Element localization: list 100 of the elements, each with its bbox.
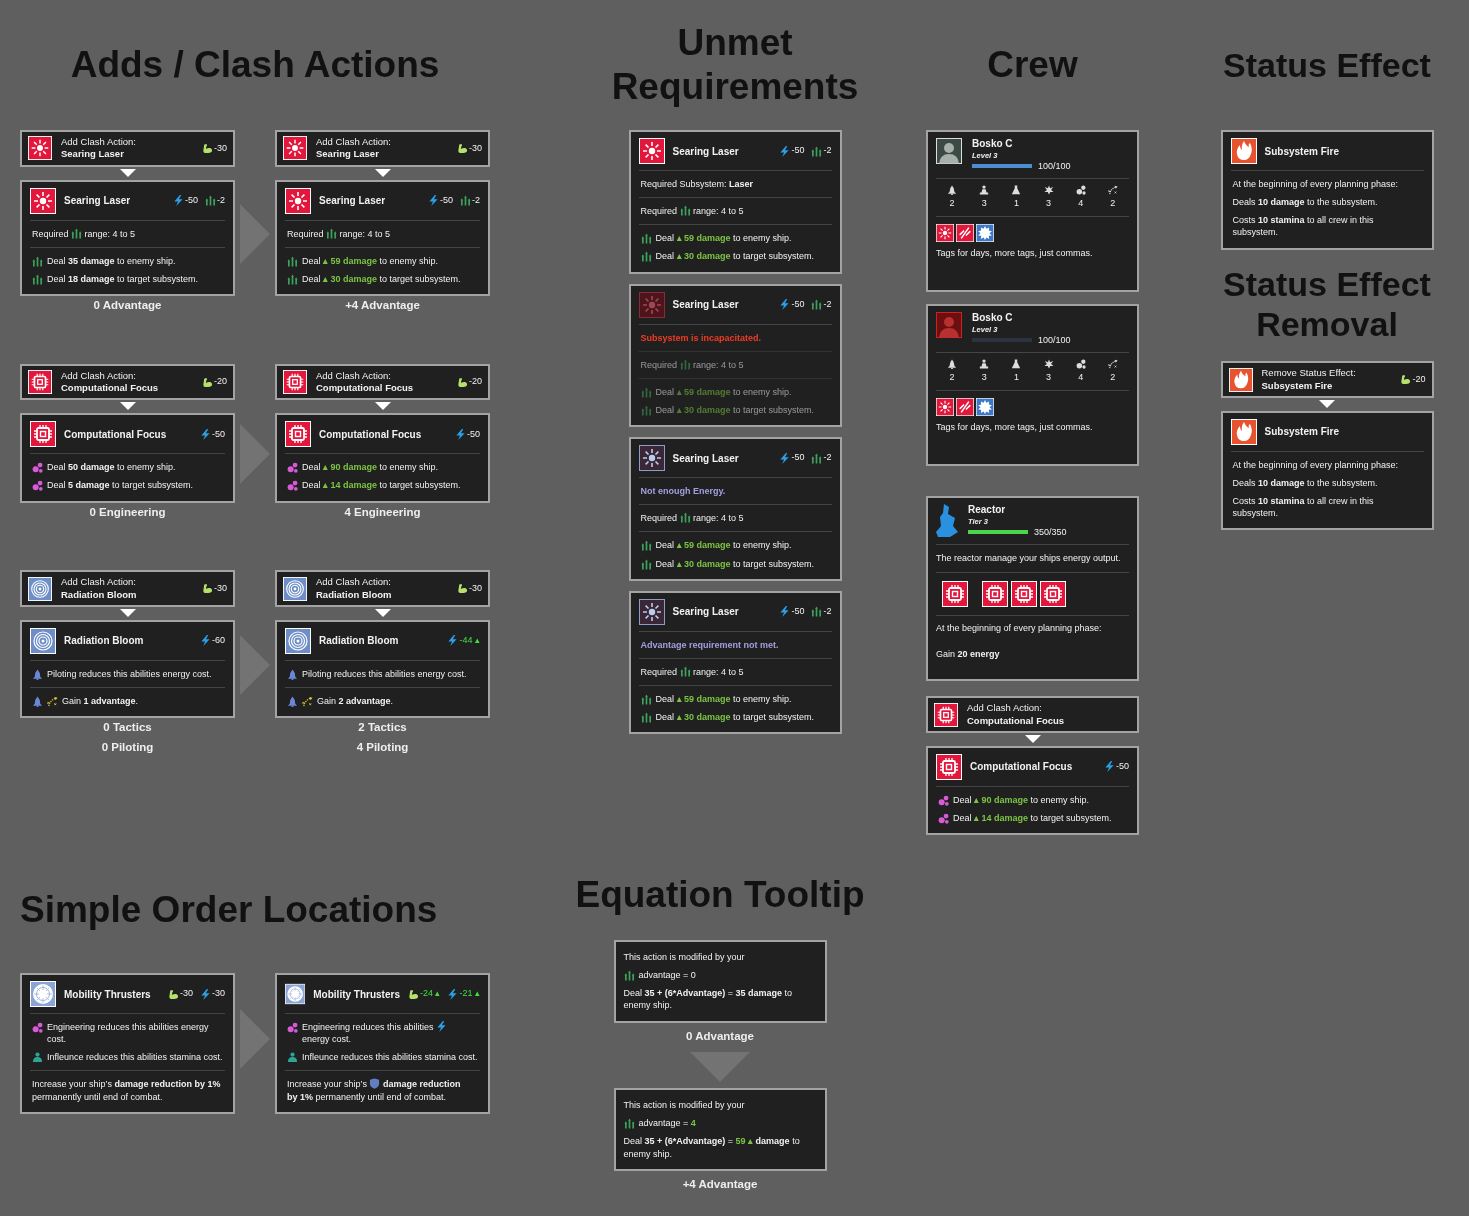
lightning-icon: [447, 988, 459, 1000]
effect-text: Required: [32, 227, 69, 240]
effect-text: Required: [287, 227, 324, 240]
arrows-icon: [679, 512, 691, 524]
card-title: Searing Laser: [672, 298, 739, 313]
wheel-icon: [285, 981, 306, 1007]
pawn-icon: [979, 184, 990, 195]
effect-text: Gain 2 advantage.: [317, 695, 395, 708]
stat-value: 2: [1110, 370, 1116, 384]
effect-text: Deal ▴ 30 damage to target subsystem.: [655, 557, 816, 570]
card-title: Computational Focus: [970, 760, 1073, 775]
action-name: Radiation Bloom: [61, 588, 137, 601]
effect-text: At the beginning of every planning phase:: [1232, 458, 1400, 471]
action-name: Subsystem Fire: [1261, 379, 1334, 392]
section-title: Status Effect Removal: [1222, 263, 1432, 346]
path-arrow-icon: [1107, 358, 1118, 369]
path-arrow-icon: [302, 696, 313, 707]
cost-value: -2: [217, 193, 225, 207]
cost-value: -50: [791, 297, 805, 311]
effect-text: range: 4 to 5: [339, 227, 391, 240]
card-title: Radiation Bloom: [319, 634, 399, 649]
section-title: Status Effect: [1222, 44, 1432, 86]
splat-icon: [1043, 184, 1054, 195]
action-label: Add Clash Action:: [316, 369, 392, 382]
flower-icon: [283, 576, 307, 601]
chip-icon: [942, 581, 968, 608]
effect-text: Deal 50 damage to enemy ship.: [47, 461, 177, 474]
effect-text: damage reduction: [382, 1078, 461, 1091]
chip-icon: [285, 421, 311, 448]
effect-text: Deal ▴ 59 damage to enemy ship.: [302, 254, 440, 267]
effect-text: Deal ▴ 59 damage to enemy ship.: [655, 539, 793, 552]
effect-text: Piloting reduces this abilities energy cost.: [47, 667, 213, 680]
cost-value: -50: [1116, 760, 1129, 774]
effect-text: Deal ▴ 30 damage to target subsystem.: [655, 711, 816, 724]
cost-value: -44 ▴: [459, 634, 480, 648]
arrows-icon: [679, 665, 691, 677]
effect-text: Required: [640, 358, 678, 371]
cost-value: -30: [214, 581, 227, 595]
crystal-icon: [936, 504, 958, 537]
cost-value: -30: [179, 987, 193, 1001]
effect-text: Engineering reduces this abilities: [302, 1021, 434, 1034]
arm-icon: [457, 583, 468, 594]
caption: 0 Advantage: [92, 298, 163, 314]
arm-icon: [202, 142, 213, 154]
cost-value: -30: [469, 141, 482, 155]
flower-icon: [30, 627, 56, 654]
card-title: Searing Laser: [319, 194, 386, 209]
pointer-icon: [374, 608, 391, 617]
effect-text: Deals 10 damage to the subsystem.: [1232, 477, 1379, 490]
arrows-icon: [640, 233, 652, 245]
cog-icon: [976, 224, 994, 243]
cost-value: -50: [184, 193, 198, 207]
action-label: Add Clash Action:: [316, 136, 391, 149]
card-title: Computational Focus: [319, 427, 422, 442]
crew-name: Bosko C: [972, 312, 1014, 324]
effect-text: Advantage requirement not met.: [640, 638, 780, 651]
effect-text: This action is modified by your: [623, 1099, 746, 1112]
lightning-icon: [779, 299, 791, 311]
action-name: Searing Laser: [316, 148, 380, 161]
effect-text: range: 4 to 5: [693, 512, 744, 525]
action-name: Computational Focus: [316, 382, 414, 395]
effect-text: Infleunce reduces this abilities stamina cost.: [302, 1051, 478, 1064]
lightning-icon: [779, 452, 791, 464]
effect-text: Costs 10 stamina to all crew in this subsystem.: [1232, 214, 1375, 239]
cost-value: -2: [823, 297, 832, 311]
pointer-icon: [119, 168, 136, 177]
arm-icon: [202, 376, 213, 388]
card-title: Mobility Thrusters: [64, 987, 151, 1002]
arm-icon: [1400, 374, 1412, 385]
arm-icon: [167, 988, 179, 1000]
arm-icon: [407, 988, 419, 1000]
caption: 0 Tactics: [102, 720, 153, 736]
section-title: Equation Tooltip: [575, 872, 865, 917]
effect-text: Deal ▴ 30 damage to target subsystem.: [302, 272, 462, 286]
arrows-icon: [32, 255, 43, 267]
card-title: Mobility Thrusters: [313, 987, 400, 1002]
pointer-icon: [1024, 735, 1041, 743]
stat-value: 2: [1110, 196, 1116, 210]
effect-text: range: 4 to 5: [84, 227, 136, 240]
action-name: Computational Focus: [967, 714, 1065, 727]
arrows-icon: [640, 405, 652, 416]
lightning-icon: [779, 145, 791, 157]
lightning-icon: [200, 635, 211, 647]
card-title: Searing Laser: [64, 194, 131, 209]
effect-text: Deal ▴ 90 damage to enemy ship.: [953, 794, 1091, 807]
effect-text: Subsystem is incapacitated.: [640, 331, 763, 344]
cost-value: -20: [1412, 372, 1426, 386]
cost-value: -50: [467, 427, 480, 441]
chip-icon: [934, 702, 958, 727]
lightning-icon: [779, 606, 791, 618]
stat-value: 4: [1078, 370, 1084, 384]
chain-icon: [956, 398, 974, 417]
stat-value: 3: [1046, 196, 1052, 210]
arrows-icon: [640, 693, 652, 705]
cog-icon: [976, 398, 994, 417]
chip-icon: [28, 370, 52, 394]
arm-icon: [202, 583, 213, 594]
card-title: Subsystem Fire: [1264, 144, 1339, 159]
stat-value: 2: [949, 370, 955, 384]
effect-text: Deal ▴ 14 damage to target subsystem.: [302, 479, 462, 492]
